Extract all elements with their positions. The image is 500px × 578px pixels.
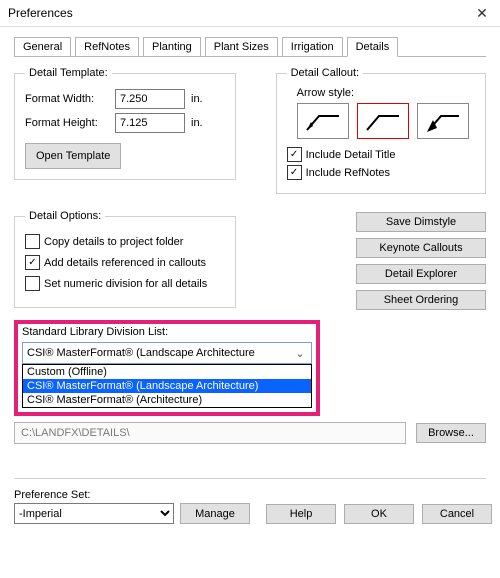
tab-irrigation[interactable]: Irrigation (282, 37, 343, 57)
tabs: General RefNotes Planting Plant Sizes Ir… (0, 27, 500, 57)
close-icon[interactable]: ✕ (470, 5, 494, 22)
arrow-3-icon (423, 108, 463, 134)
detail-options-legend: Detail Options: (25, 210, 105, 222)
unit-label: in. (191, 93, 203, 105)
unit-label: in. (191, 117, 203, 129)
detail-path-field[interactable]: C:\LANDFX\DETAILS\ (14, 422, 406, 444)
arrow-style-3[interactable] (417, 103, 469, 139)
add-details-checkbox[interactable] (25, 255, 40, 270)
arrow-style-1[interactable] (297, 103, 349, 139)
keynote-callouts-button[interactable]: Keynote Callouts (356, 238, 486, 258)
stdlib-label: Standard Library Division List: (22, 326, 312, 338)
tab-planting[interactable]: Planting (143, 37, 201, 57)
stdlib-dropdown: Custom (Offline) CSI® MasterFormat® (Lan… (22, 364, 312, 408)
detail-template-legend: Detail Template: (25, 67, 112, 79)
arrow-2-icon (363, 108, 403, 134)
tab-general[interactable]: General (14, 37, 71, 57)
copy-details-checkbox[interactable] (25, 234, 40, 249)
browse-button[interactable]: Browse... (416, 423, 486, 443)
detail-callout-legend: Detail Callout: (287, 67, 363, 79)
stdlib-combobox[interactable]: CSI® MasterFormat® (Landscape Architectu… (22, 342, 312, 364)
tab-details[interactable]: Details (347, 37, 399, 57)
include-refnotes-label: Include RefNotes (306, 167, 390, 179)
format-height-label: Format Height: (25, 117, 109, 129)
detail-path-value: C:\LANDFX\DETAILS\ (21, 427, 130, 439)
help-button[interactable]: Help (266, 504, 336, 524)
arrow-1-icon (303, 108, 343, 134)
cancel-button[interactable]: Cancel (422, 504, 492, 524)
numeric-division-label: Set numeric division for all details (44, 278, 207, 290)
copy-details-label: Copy details to project folder (44, 236, 183, 248)
detail-explorer-button[interactable]: Detail Explorer (356, 264, 486, 284)
ok-button[interactable]: OK (344, 504, 414, 524)
preference-set-label: Preference Set: (14, 489, 250, 501)
stdlib-option-2[interactable]: CSI® MasterFormat® (Architecture) (23, 393, 311, 407)
manage-button[interactable]: Manage (180, 503, 250, 524)
window-title: Preferences (8, 6, 73, 20)
format-height-input[interactable] (115, 113, 185, 133)
include-detail-title-checkbox[interactable] (287, 147, 302, 162)
detail-options-group: Detail Options: Copy details to project … (14, 210, 236, 308)
open-template-button[interactable]: Open Template (25, 143, 121, 169)
stdlib-selected: CSI® MasterFormat® (Landscape Architectu… (27, 347, 255, 359)
include-detail-title-label: Include Detail Title (306, 149, 396, 161)
numeric-division-checkbox[interactable] (25, 276, 40, 291)
preference-set-select[interactable]: -Imperial (14, 503, 174, 524)
stdlib-highlight: Standard Library Division List: CSI® Mas… (14, 320, 320, 416)
chevron-down-icon: ⌄ (292, 345, 308, 361)
stdlib-option-1[interactable]: CSI® MasterFormat® (Landscape Architectu… (23, 379, 311, 393)
detail-template-group: Detail Template: Format Width: in. Forma… (14, 67, 236, 180)
save-dimstyle-button[interactable]: Save Dimstyle (356, 212, 486, 232)
tab-plant-sizes[interactable]: Plant Sizes (205, 37, 278, 57)
arrow-style-label: Arrow style: (297, 87, 475, 99)
include-refnotes-checkbox[interactable] (287, 165, 302, 180)
tab-refnotes[interactable]: RefNotes (75, 37, 139, 57)
sheet-ordering-button[interactable]: Sheet Ordering (356, 290, 486, 310)
add-details-label: Add details referenced in callouts (44, 257, 206, 269)
titlebar: Preferences ✕ (0, 0, 500, 27)
arrow-style-2[interactable] (357, 103, 409, 139)
format-width-label: Format Width: (25, 93, 109, 105)
format-width-input[interactable] (115, 89, 185, 109)
detail-callout-group: Detail Callout: Arrow style: Include Det… (276, 67, 486, 194)
stdlib-option-0[interactable]: Custom (Offline) (23, 365, 311, 379)
